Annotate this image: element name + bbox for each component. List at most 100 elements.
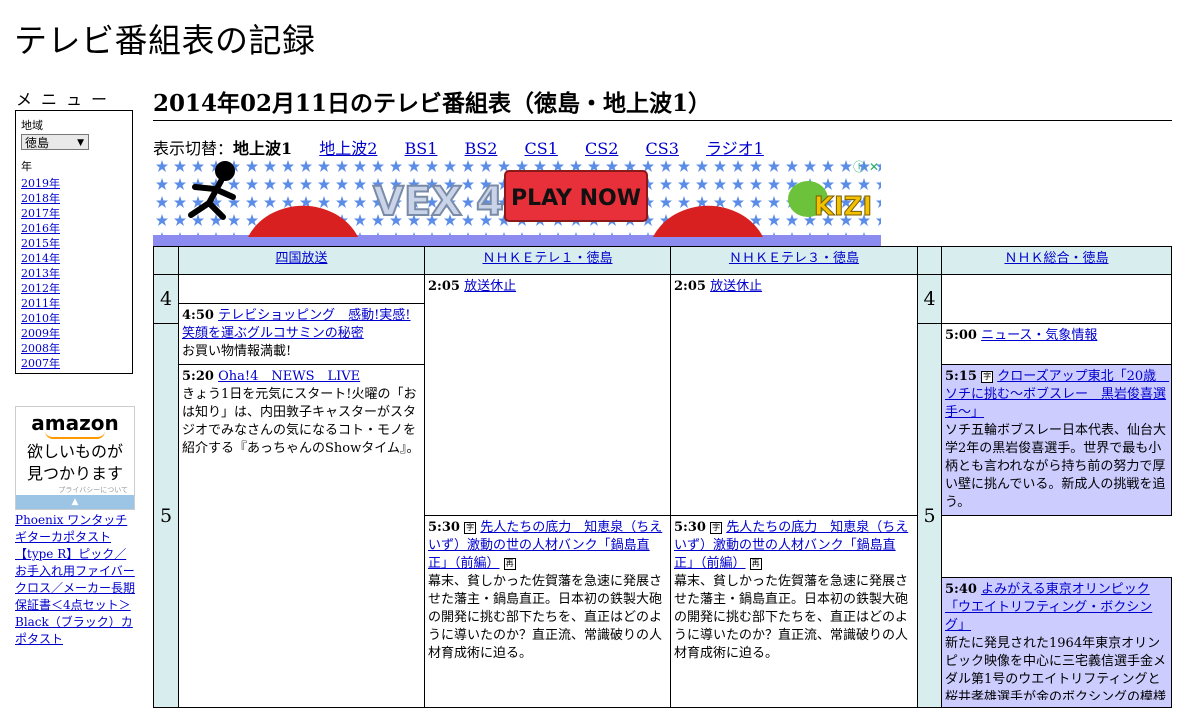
channel-switcher: 表示切替：地上波1 地上波2 BS1 BS2 CS1 CS2 CS3 ラジオ1 bbox=[153, 135, 786, 159]
region-select-value: 徳島 bbox=[25, 136, 50, 150]
dropdown-arrow-icon: ▼ bbox=[77, 138, 84, 148]
rerun-icon: 再 bbox=[503, 557, 516, 570]
program-time: 5:00 bbox=[945, 328, 977, 343]
year-link[interactable]: 2009年 bbox=[21, 327, 60, 340]
site-title: テレビ番組表の記録 bbox=[14, 21, 316, 60]
channel-header: ＮＨＫＥテレ３・徳島 bbox=[670, 246, 918, 275]
program-cell-highlight: 5:15 字 クローズアップ東北「20歳 ソチに挑む～ボブスレー 黒岩俊喜選手～… bbox=[941, 364, 1172, 516]
program-title-link[interactable]: 放送休止 bbox=[710, 279, 762, 294]
text-broadcast-icon: 字 bbox=[981, 370, 994, 383]
region-select[interactable]: 徳島 ▼ bbox=[21, 134, 89, 150]
program-cell: 5:30 字 先人たちの底力 知恵泉（ちえいず）激動の世の人材バンク「鍋島直正」… bbox=[424, 515, 671, 708]
page-title: 2014年02月11日のテレビ番組表（徳島・地上波1） bbox=[153, 84, 1172, 121]
program-cell: 5:20 Oha!4 NEWS LIVE きょう1日を元気にスタート!火曜の「お… bbox=[178, 364, 425, 708]
program-description: 幕末、貧しかった佐賀藩を急速に発展させた藩主・鍋島直正。日本初の鉄製大砲の開発に… bbox=[674, 574, 909, 661]
amazon-message-line1: 欲しいものが bbox=[26, 442, 123, 461]
switcher-link-bs1[interactable]: BS1 bbox=[405, 139, 438, 158]
year-link[interactable]: 2013年 bbox=[21, 267, 60, 280]
program-description: 幕末、貧しかった佐賀藩を急速に発展させた藩主・鍋島直正。日本初の鉄製大砲の開発に… bbox=[428, 574, 663, 661]
channel-header: ＮＨＫ総合・徳島 bbox=[941, 246, 1172, 275]
switcher-link-cs2[interactable]: CS2 bbox=[585, 139, 618, 158]
program-title-link[interactable]: 放送休止 bbox=[464, 279, 516, 294]
program-cell-empty bbox=[178, 274, 425, 304]
program-time: 2:05 bbox=[674, 279, 706, 294]
switcher-current: 地上波1 bbox=[233, 139, 293, 158]
info-icon[interactable]: ⓘ bbox=[853, 160, 865, 174]
switcher-link-cs3[interactable]: CS3 bbox=[646, 139, 679, 158]
ad-info-controls: ⓘ ✕ bbox=[853, 158, 879, 175]
program-cell: 5:00 ニュース・気象情報 bbox=[941, 323, 1172, 365]
hour-cell: 4 bbox=[917, 274, 942, 324]
program-title-link[interactable]: テレビショッピング 感動!実感!笑顔を運ぶグルコサミンの秘密 bbox=[182, 308, 411, 341]
year-link[interactable]: 2007年 bbox=[21, 357, 60, 370]
program-title-link[interactable]: よみがえる東京オリンピック「ウエイトリフティング・ボクシング」 bbox=[945, 582, 1152, 633]
banner-brand: KIZI bbox=[814, 192, 872, 222]
year-link[interactable]: 2011年 bbox=[21, 297, 60, 310]
program-time: 4:50 bbox=[182, 308, 214, 323]
program-time: 2:05 bbox=[428, 279, 460, 294]
year-link[interactable]: 2010年 bbox=[21, 312, 60, 325]
program-cell-highlight: 5:40 よみがえる東京オリンピック「ウエイトリフティング・ボクシング」 新たに… bbox=[941, 577, 1172, 708]
hour-cell: 4 bbox=[153, 274, 179, 324]
amazon-logo: amazon bbox=[31, 411, 119, 435]
switcher-link-terrestrial2[interactable]: 地上波2 bbox=[319, 139, 377, 158]
program-time: 5:15 bbox=[945, 369, 977, 384]
year-link[interactable]: 2019年 bbox=[21, 177, 60, 190]
program-description: ソチ五輪ボブスレー日本代表、仙台大学2年の黒岩俊喜選手。世界で最も小柄とも言われ… bbox=[945, 423, 1167, 510]
close-icon[interactable]: ✕ bbox=[869, 160, 879, 174]
switcher-link-radio1[interactable]: ラジオ1 bbox=[706, 139, 764, 158]
year-link[interactable]: 2015年 bbox=[21, 237, 60, 250]
hour-header bbox=[917, 246, 942, 275]
amazon-toggle-bar[interactable]: ▲ bbox=[16, 495, 134, 509]
program-title-link[interactable]: Oha!4 NEWS LIVE bbox=[218, 369, 360, 384]
product-link[interactable]: Phoenix ワンタッチ ギターカポタスト【type R】ピック／お手入れ用フ… bbox=[15, 513, 135, 646]
year-link[interactable]: 2017年 bbox=[21, 207, 60, 220]
menu-title: メニュー bbox=[16, 90, 117, 109]
schedule-table: 四国放送 ＮＨＫＥテレ１・徳島 ＮＨＫＥテレ３・徳島 ＮＨＫ総合・徳島 4 2:… bbox=[153, 246, 1172, 708]
channel-header: ＮＨＫＥテレ１・徳島 bbox=[424, 246, 671, 275]
program-cell: 2:05 放送休止 bbox=[424, 274, 671, 516]
program-time: 5:30 bbox=[428, 520, 460, 535]
region-label: 地域 bbox=[21, 119, 43, 132]
banner-cta: PLAY NOW bbox=[511, 186, 641, 211]
banner-ad-art: VEX 4 PLAY NOW KIZI bbox=[153, 157, 881, 247]
hour-cell: 5 bbox=[153, 323, 179, 708]
year-link[interactable]: 2012年 bbox=[21, 282, 60, 295]
amazon-message-line2: 見つかります bbox=[26, 464, 123, 483]
program-description: きょう1日を元気にスタート!火曜の「お は知り」は、内田敦子キャスターがスタジオ… bbox=[182, 387, 420, 456]
year-link[interactable]: 2014年 bbox=[21, 252, 60, 265]
channel-link[interactable]: ＮＨＫＥテレ１・徳島 bbox=[482, 251, 612, 266]
year-link[interactable]: 2016年 bbox=[21, 222, 60, 235]
amazon-ad[interactable]: amazon 欲しいものが 見つかります プライバシーについて ▲ bbox=[15, 406, 135, 510]
switcher-link-cs1[interactable]: CS1 bbox=[525, 139, 558, 158]
banner-ad[interactable]: VEX 4 PLAY NOW KIZI ⓘ ✕ bbox=[153, 157, 881, 247]
year-link[interactable]: 2018年 bbox=[21, 192, 60, 205]
switcher-link-bs2[interactable]: BS2 bbox=[465, 139, 498, 158]
banner-game-title: VEX 4 bbox=[373, 179, 504, 225]
program-title-link[interactable]: クローズアップ東北「20歳 ソチに挑む～ボブスレー 黒岩俊喜選手～」 bbox=[945, 369, 1169, 420]
program-cell-empty bbox=[941, 274, 1172, 324]
hour-cell: 5 bbox=[917, 323, 942, 708]
program-title-link[interactable]: ニュース・気象情報 bbox=[981, 328, 1097, 343]
channel-header: 四国放送 bbox=[178, 246, 425, 275]
program-cell: 5:30 字 先人たちの底力 知恵泉（ちえいず）激動の世の人材バンク「鍋島直正」… bbox=[670, 515, 918, 708]
channel-link[interactable]: ＮＨＫＥテレ３・徳島 bbox=[729, 251, 859, 266]
channel-link[interactable]: ＮＨＫ総合・徳島 bbox=[1004, 251, 1108, 266]
program-description: 新たに発見された1964年東京オリンピック映像を中心に三宅義信選手金メダル第1号… bbox=[945, 636, 1167, 700]
switcher-label: 表示切替： bbox=[153, 139, 234, 158]
program-description: お買い物情報満載! bbox=[182, 344, 292, 359]
channel-link[interactable]: 四国放送 bbox=[275, 251, 327, 266]
program-time: 5:30 bbox=[674, 520, 706, 535]
hour-header bbox=[153, 246, 179, 275]
chevron-up-icon: ▲ bbox=[71, 497, 79, 507]
program-time: 5:20 bbox=[182, 369, 214, 384]
year-label: 年 bbox=[21, 160, 32, 173]
program-time: 5:40 bbox=[945, 582, 977, 597]
program-cell: 2:05 放送休止 bbox=[670, 274, 918, 516]
year-link[interactable]: 2008年 bbox=[21, 342, 60, 355]
text-broadcast-icon: 字 bbox=[710, 521, 723, 534]
amazon-privacy-link[interactable]: プライバシーについて bbox=[16, 485, 134, 495]
text-broadcast-icon: 字 bbox=[464, 521, 477, 534]
year-list: 2019年 2018年 2017年 2016年 2015年 2014年 2013… bbox=[21, 176, 127, 371]
rerun-icon: 再 bbox=[749, 557, 762, 570]
